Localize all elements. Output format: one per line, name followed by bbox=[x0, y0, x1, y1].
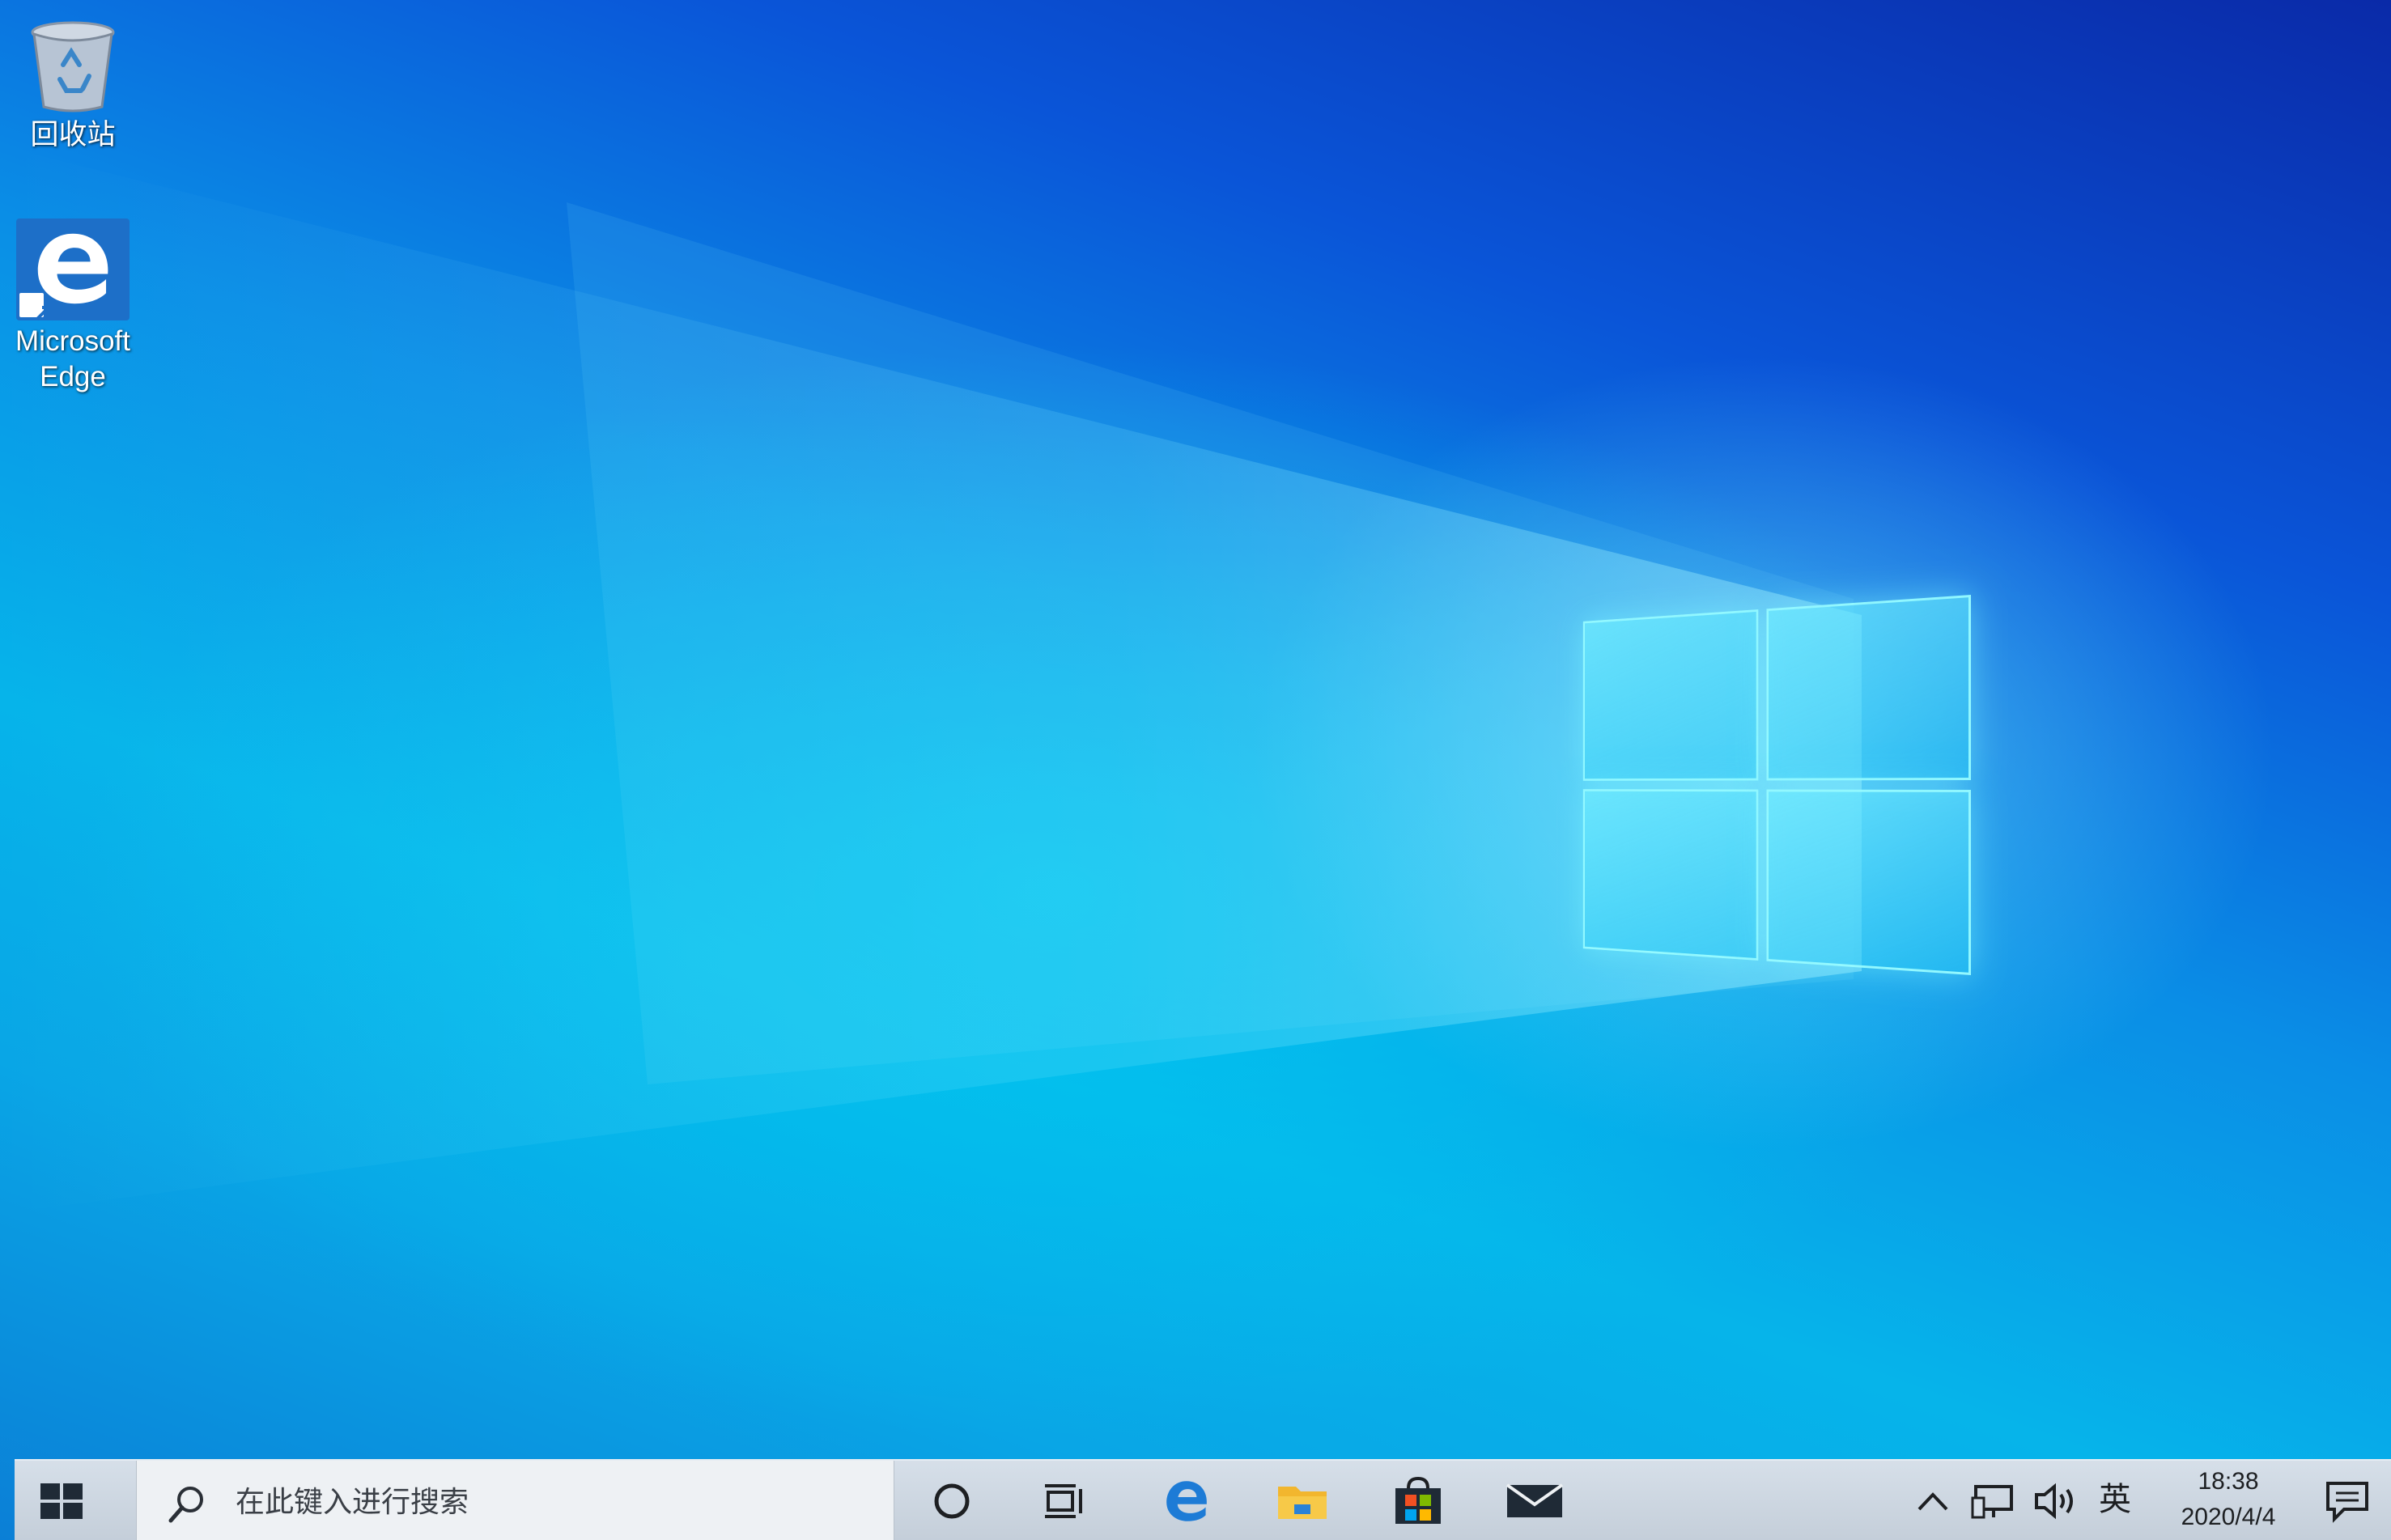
recycle-bin-icon bbox=[24, 16, 121, 113]
store-icon bbox=[1392, 1477, 1444, 1525]
taskbar-edge-button[interactable] bbox=[1156, 1474, 1217, 1529]
search-box[interactable]: 在此键入进行搜索 bbox=[136, 1461, 894, 1540]
taskbar-store-button[interactable] bbox=[1387, 1474, 1449, 1529]
wallpaper-light-beam bbox=[0, 0, 2391, 1540]
file-explorer-icon bbox=[1276, 1480, 1328, 1522]
start-button[interactable] bbox=[39, 1482, 84, 1521]
network-icon bbox=[1969, 1482, 2018, 1522]
search-icon bbox=[166, 1483, 208, 1525]
desktop: 回收站 Microsoft Edge bbox=[0, 0, 2391, 1540]
shortcut-arrow-icon bbox=[19, 293, 44, 317]
action-center-icon bbox=[2323, 1478, 2372, 1524]
windows-logo bbox=[1518, 595, 1971, 975]
edge-icon bbox=[1162, 1476, 1212, 1526]
edge-icon bbox=[16, 218, 130, 320]
desktop-icon-label: Microsoft Edge bbox=[0, 324, 146, 395]
tray-network-button[interactable] bbox=[1969, 1482, 2018, 1522]
tray-volume-button[interactable] bbox=[2032, 1480, 2080, 1522]
desktop-icon-label: 回收站 bbox=[0, 117, 146, 153]
cortana-icon bbox=[932, 1481, 972, 1521]
action-center-button[interactable] bbox=[2323, 1478, 2375, 1527]
input-language-indicator[interactable]: 英 bbox=[2087, 1475, 2143, 1524]
logo-pane-top-right bbox=[1766, 595, 1971, 780]
desktop-icon-microsoft-edge[interactable]: Microsoft Edge bbox=[0, 218, 146, 395]
mail-icon bbox=[1506, 1482, 1564, 1521]
cortana-button[interactable] bbox=[921, 1474, 983, 1529]
windows-start-icon bbox=[39, 1482, 84, 1521]
task-view-icon bbox=[1043, 1483, 1087, 1520]
clock-time: 18:38 bbox=[2143, 1464, 2313, 1500]
logo-pane-bottom-left bbox=[1583, 789, 1758, 961]
taskbar: 在此键入进行搜索 bbox=[15, 1459, 2391, 1540]
logo-pane-top-left bbox=[1583, 609, 1758, 781]
chevron-up-icon bbox=[1913, 1483, 1953, 1519]
taskbar-mail-button[interactable] bbox=[1504, 1474, 1565, 1529]
tray-overflow-button[interactable] bbox=[1913, 1483, 1953, 1519]
search-placeholder: 在此键入进行搜索 bbox=[236, 1485, 469, 1519]
logo-pane-bottom-right bbox=[1766, 790, 1971, 975]
task-view-button[interactable] bbox=[1034, 1474, 1096, 1529]
volume-icon bbox=[2032, 1480, 2080, 1522]
taskbar-clock[interactable]: 18:38 2020/4/4 bbox=[2143, 1464, 2313, 1538]
clock-date: 2020/4/4 bbox=[2143, 1500, 2313, 1535]
taskbar-file-explorer-button[interactable] bbox=[1272, 1474, 1333, 1529]
desktop-icon-recycle-bin[interactable]: 回收站 bbox=[0, 16, 146, 153]
